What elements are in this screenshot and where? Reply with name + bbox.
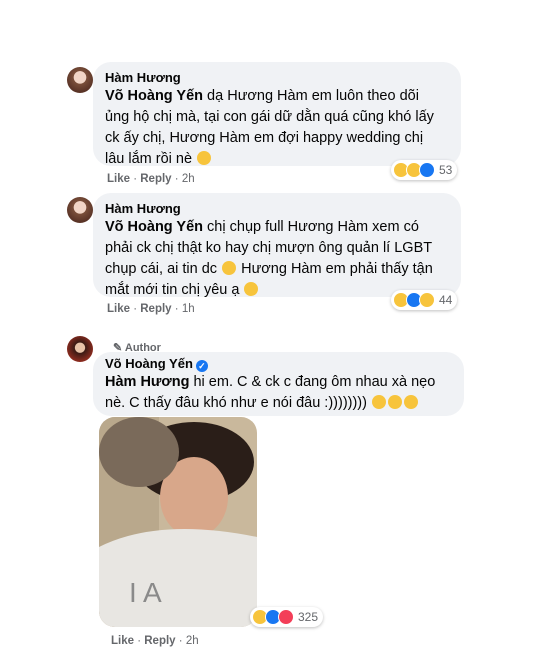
comment-author[interactable]: Hàm Hương bbox=[105, 70, 449, 86]
svg-text:I A: I A bbox=[129, 577, 162, 608]
comment-text: Võ Hoàng Yến chị chụp full Hương Hàm xem… bbox=[105, 219, 433, 298]
love-icon bbox=[278, 609, 294, 625]
reaction-count: 325 bbox=[298, 610, 319, 624]
avatar[interactable] bbox=[67, 197, 93, 223]
reaction-summary[interactable]: 44 bbox=[391, 290, 458, 310]
comment-author: Võ Hoàng Yến ✓ bbox=[105, 356, 452, 372]
comment-bubble: Hàm Hương Võ Hoàng Yến chị chụp full Hươ… bbox=[93, 193, 461, 298]
reaction-count: 44 bbox=[439, 293, 453, 307]
comment-actions: Like · Reply · 2h bbox=[111, 635, 199, 647]
avatar[interactable] bbox=[67, 67, 93, 93]
avatar[interactable] bbox=[67, 336, 93, 362]
mention-link[interactable]: Hàm Hương bbox=[105, 374, 189, 390]
comment-text: Hàm Hương hi em. C & ck c đang ôm nhau x… bbox=[105, 374, 436, 411]
hugging-emoji-icon bbox=[222, 261, 237, 275]
reaction-count: 53 bbox=[439, 163, 453, 177]
comment-actions: Like · Reply · 2h bbox=[107, 173, 195, 185]
reply-button[interactable]: Reply bbox=[140, 173, 171, 185]
mention-link[interactable]: Võ Hoàng Yến bbox=[105, 88, 203, 104]
like-button[interactable]: Like bbox=[107, 303, 130, 315]
timestamp[interactable]: 1h bbox=[182, 303, 195, 315]
comment-bubble: Võ Hoàng Yến ✓ Hàm Hương hi em. C & ck c … bbox=[93, 352, 464, 416]
mention-link[interactable]: Võ Hoàng Yến bbox=[105, 219, 203, 235]
reaction-summary[interactable]: 53 bbox=[391, 160, 458, 180]
like-button[interactable]: Like bbox=[107, 173, 130, 185]
smile-emoji-icon bbox=[388, 395, 402, 409]
like-icon bbox=[419, 162, 435, 178]
upside-down-emoji-icon bbox=[404, 395, 418, 409]
comment-text: Võ Hoàng Yến dạ Hương Hàm em luôn theo d… bbox=[105, 88, 434, 167]
sad-icon bbox=[419, 292, 435, 308]
kiss-emoji-icon bbox=[244, 282, 259, 296]
comment-bubble: Hàm Hương Võ Hoàng Yến dạ Hương Hàm em l… bbox=[93, 62, 461, 167]
upside-down-emoji-icon bbox=[372, 395, 386, 409]
comment-author[interactable]: Hàm Hương bbox=[105, 201, 449, 217]
attached-photo[interactable]: I A bbox=[99, 417, 257, 627]
verified-icon: ✓ bbox=[195, 360, 208, 372]
photo-image: I A bbox=[99, 417, 257, 627]
timestamp[interactable]: 2h bbox=[182, 173, 195, 185]
reply-button[interactable]: Reply bbox=[144, 635, 175, 647]
reaction-summary[interactable]: 325 bbox=[250, 607, 324, 627]
comment-actions: Like · Reply · 1h bbox=[107, 303, 195, 315]
kiss-emoji-icon bbox=[197, 151, 212, 165]
reply-button[interactable]: Reply bbox=[140, 303, 171, 315]
like-button[interactable]: Like bbox=[111, 635, 134, 647]
timestamp[interactable]: 2h bbox=[186, 635, 199, 647]
